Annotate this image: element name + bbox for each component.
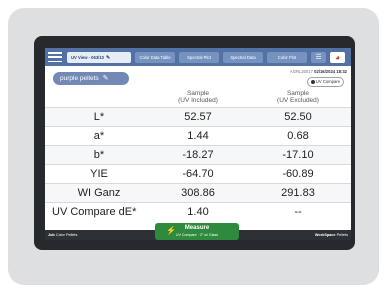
value-uv-included: -18.27 bbox=[182, 149, 214, 161]
row-label: YIE bbox=[90, 168, 108, 180]
column-header-uv-excluded: Sample (UV Excluded) bbox=[258, 90, 338, 104]
row-label: UV Compare dE* bbox=[52, 206, 137, 218]
pencil-icon: ✎ bbox=[102, 75, 109, 82]
table-row: a* 1.44 0.68 bbox=[45, 126, 351, 145]
pencil-icon: ✎ bbox=[105, 55, 111, 61]
app-screen: UV View - 063/10 ✎ Color Data Table Spect… bbox=[45, 48, 351, 240]
table-row: b* -18.27 -17.10 bbox=[45, 145, 351, 164]
tab-uv-view-label: UV View - 063/10 bbox=[71, 55, 104, 60]
tab-color-plot[interactable]: Color Plot bbox=[267, 52, 307, 63]
row-label: WI Ganz bbox=[77, 187, 121, 199]
menu-icon[interactable] bbox=[48, 51, 62, 63]
workspace-info: WorkSpace Pellets bbox=[315, 230, 348, 240]
table-row: YIE -64.70 -60.89 bbox=[45, 164, 351, 183]
sample-header: purple pellets ✎ AGRL20017 02/16/2024 18:… bbox=[45, 66, 351, 88]
table-row: WI Ganz 308.86 291.83 bbox=[45, 183, 351, 202]
column-header-uv-included: Sample (UV Included) bbox=[158, 90, 238, 104]
workspace-label: WorkSpace bbox=[314, 233, 336, 237]
workspace-value: Pellets bbox=[336, 233, 348, 237]
color-wheel-icon[interactable]: ◕ bbox=[330, 52, 345, 63]
table-row: L* 52.57 52.50 bbox=[45, 107, 351, 126]
table-row: UV Compare dE* 1.40 -- bbox=[45, 202, 351, 221]
tab-spectral-data[interactable]: Spectral Data bbox=[223, 52, 263, 63]
value-uv-excluded: 291.83 bbox=[281, 187, 315, 199]
uv-compare-badge[interactable]: UV Compare bbox=[306, 77, 344, 87]
list-icon[interactable]: ☰ bbox=[311, 52, 326, 63]
column-header-line: Sample bbox=[286, 90, 310, 97]
value-uv-included: 1.40 bbox=[187, 206, 209, 218]
value-uv-excluded: -17.10 bbox=[282, 149, 314, 161]
table-body: L* 52.57 52.50 a* 1.44 0.68 b* -18.27 -1… bbox=[45, 107, 351, 221]
sample-name: purple pellets bbox=[60, 75, 99, 82]
measurement-datetime: 02/16/2024 18:32 bbox=[314, 69, 347, 74]
tab-uv-view[interactable]: UV View - 063/10 ✎ bbox=[67, 52, 131, 63]
measure-sub: UV Compare · 2° w/ Glass bbox=[175, 233, 219, 237]
value-uv-excluded: -60.89 bbox=[282, 168, 314, 180]
job-label: Job bbox=[48, 233, 55, 237]
value-uv-included: -64.70 bbox=[182, 168, 214, 180]
column-header-line: (UV Included) bbox=[178, 97, 218, 104]
color-data-table: Sample (UV Included) Sample (UV Excluded… bbox=[45, 88, 351, 221]
instrument-id: AGRL20017 bbox=[289, 69, 313, 74]
job-value: Color Pellets bbox=[55, 233, 78, 237]
value-uv-excluded: 52.50 bbox=[284, 111, 312, 123]
uv-compare-label: UV Compare bbox=[315, 79, 340, 84]
tab-spectral-plot[interactable]: Spectral Plot bbox=[179, 52, 219, 63]
top-toolbar: UV View - 063/10 ✎ Color Data Table Spect… bbox=[45, 48, 351, 66]
measure-label: Measure bbox=[184, 225, 210, 231]
job-info: Job Color Pellets bbox=[48, 230, 77, 240]
value-uv-excluded: -- bbox=[294, 206, 302, 218]
uv-compare-icon bbox=[310, 79, 315, 84]
value-uv-included: 308.86 bbox=[181, 187, 215, 199]
value-uv-excluded: 0.68 bbox=[287, 130, 309, 142]
value-uv-included: 52.57 bbox=[184, 111, 212, 123]
value-uv-included: 1.44 bbox=[187, 130, 209, 142]
column-header-line: Sample bbox=[186, 90, 210, 97]
row-label: a* bbox=[93, 130, 105, 142]
measure-button[interactable]: ⚡ Measure UV Compare · 2° w/ Glass bbox=[155, 223, 239, 240]
row-label: b* bbox=[93, 149, 105, 161]
table-header: Sample (UV Included) Sample (UV Excluded… bbox=[45, 88, 351, 107]
column-header-line: (UV Excluded) bbox=[277, 97, 319, 104]
tab-color-data-table[interactable]: Color Data Table bbox=[135, 52, 175, 63]
row-label: L* bbox=[93, 111, 105, 123]
sample-name-pill[interactable]: purple pellets ✎ bbox=[53, 72, 129, 85]
sample-meta: AGRL20017 02/16/2024 18:32 bbox=[290, 69, 347, 74]
